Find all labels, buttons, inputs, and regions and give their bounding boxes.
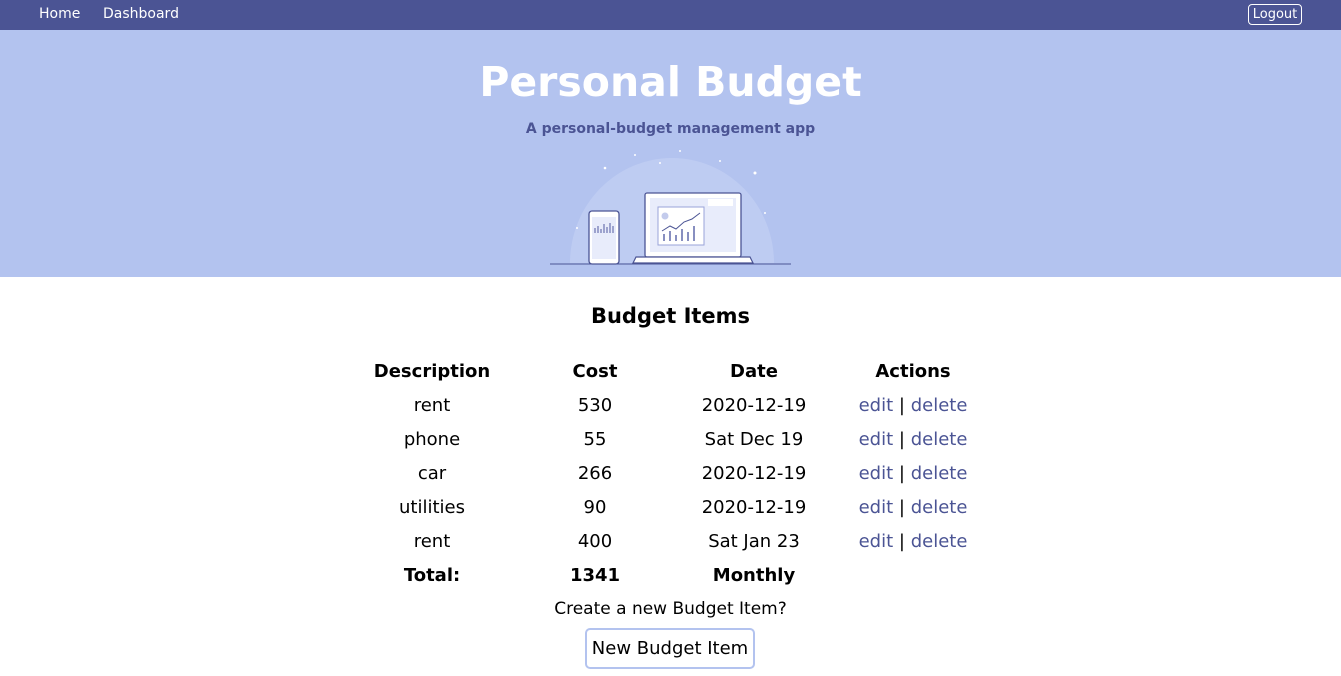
- budget-items-heading: Budget Items: [590, 304, 751, 328]
- column-header-cost: Cost: [572, 361, 618, 382]
- total-label: Total:: [403, 565, 461, 586]
- delete-link[interactable]: delete: [911, 429, 968, 450]
- edit-link[interactable]: edit: [859, 531, 894, 552]
- total-value: 1341: [569, 565, 621, 586]
- total-period: Monthly: [712, 565, 796, 586]
- new-budget-item-button[interactable]: New Budget Item: [585, 628, 755, 669]
- row-date: 2020-12-19: [701, 497, 807, 518]
- delete-link[interactable]: delete: [911, 395, 968, 416]
- hero-banner: Personal Budget A personal-budget manage…: [0, 30, 1341, 277]
- app-title: Personal Budget: [479, 58, 862, 106]
- edit-link[interactable]: edit: [859, 429, 894, 450]
- logout-button[interactable]: Logout: [1248, 4, 1302, 25]
- row-actions: edit | delete: [843, 531, 983, 553]
- column-header-actions: Actions: [875, 361, 951, 382]
- nav-dashboard-link[interactable]: Dashboard: [103, 6, 179, 23]
- edit-link[interactable]: edit: [859, 395, 894, 416]
- edit-link[interactable]: edit: [859, 463, 894, 484]
- row-cost: 530: [577, 395, 613, 416]
- row-actions: edit | delete: [843, 463, 983, 485]
- delete-link[interactable]: delete: [911, 497, 968, 518]
- row-actions: edit | delete: [843, 395, 983, 417]
- action-separator: |: [898, 463, 905, 484]
- row-actions: edit | delete: [843, 497, 983, 519]
- row-description: utilities: [399, 497, 465, 518]
- row-cost: 90: [583, 497, 607, 518]
- row-description: rent: [413, 531, 451, 552]
- row-actions: edit | delete: [843, 429, 983, 451]
- action-separator: |: [898, 497, 905, 518]
- row-cost: 55: [583, 429, 607, 450]
- create-item-prompt: Create a new Budget Item?: [554, 599, 787, 619]
- edit-link[interactable]: edit: [859, 497, 894, 518]
- row-description: car: [417, 463, 447, 484]
- row-description: rent: [413, 395, 451, 416]
- row-description: phone: [403, 429, 461, 450]
- top-navbar: Home Dashboard Logout: [0, 0, 1341, 30]
- row-cost: 266: [577, 463, 613, 484]
- delete-link[interactable]: delete: [911, 463, 968, 484]
- column-header-description: Description: [373, 361, 491, 382]
- row-date: Sat Jan 23: [708, 531, 800, 552]
- action-separator: |: [898, 531, 905, 552]
- action-separator: |: [898, 395, 905, 416]
- row-cost: 400: [577, 531, 613, 552]
- column-header-date: Date: [730, 361, 778, 382]
- nav-home-link[interactable]: Home: [39, 6, 80, 23]
- devices-illustration-icon: [550, 150, 791, 265]
- row-date: 2020-12-19: [701, 463, 807, 484]
- action-separator: |: [898, 429, 905, 450]
- row-date: Sat Dec 19: [704, 429, 804, 450]
- delete-link[interactable]: delete: [911, 531, 968, 552]
- row-date: 2020-12-19: [701, 395, 807, 416]
